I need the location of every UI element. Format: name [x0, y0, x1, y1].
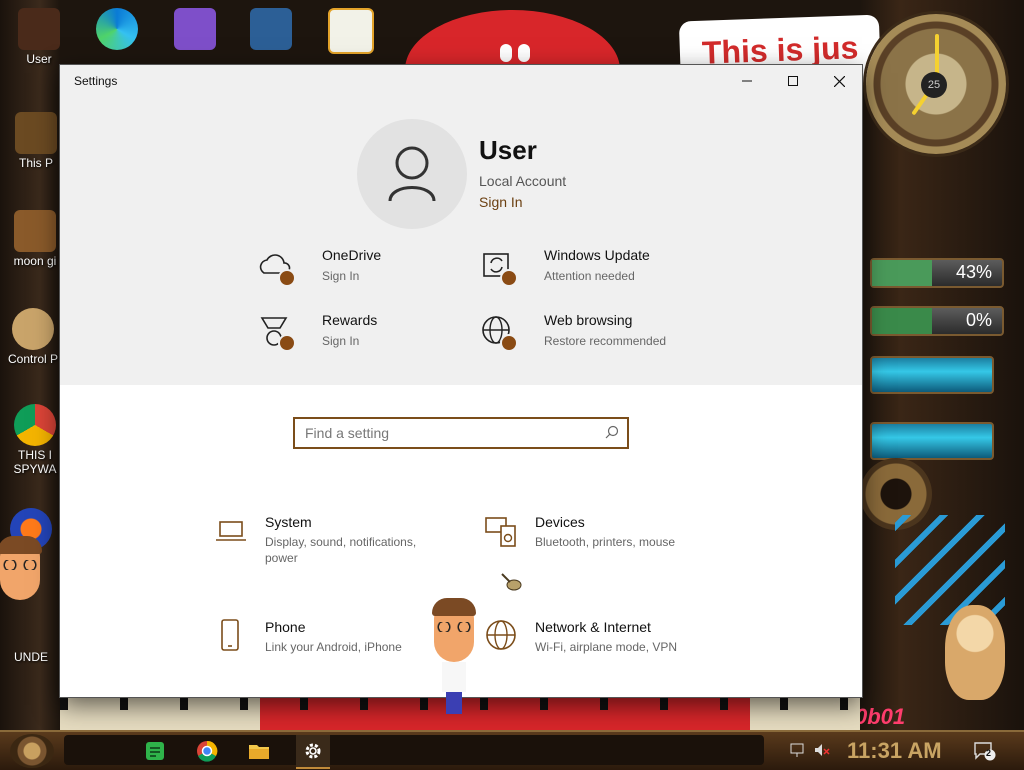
service-name: OneDrive — [322, 247, 382, 263]
service-rewards[interactable]: Rewards Sign In — [258, 312, 468, 368]
cartoon-character — [432, 598, 476, 714]
service-name: Windows Update — [544, 247, 650, 263]
avatar[interactable] — [357, 119, 467, 229]
search-input[interactable] — [295, 419, 605, 447]
file-explorer-icon — [249, 745, 269, 759]
status-badge — [500, 334, 518, 352]
desktop-icon-user[interactable]: User — [8, 8, 70, 66]
service-web-browsing[interactable]: Web browsing Restore recommended — [480, 312, 690, 368]
start-button[interactable] — [10, 734, 54, 768]
desktop-icon-edge[interactable] — [86, 8, 148, 52]
virtualbox-icon — [250, 8, 292, 50]
category-network-internet[interactable]: Network & Internet Wi-Fi, airplane mode,… — [485, 619, 715, 679]
category-desc: Display, sound, notifications, power — [265, 535, 417, 565]
desktop-icon-this-pc[interactable]: This P — [6, 112, 66, 170]
service-status: Sign In — [322, 269, 360, 283]
account-type: Local Account — [479, 173, 567, 189]
notes-icon — [146, 742, 164, 760]
desktop-icon-virtualbox[interactable] — [240, 8, 302, 52]
volume-muted-icon[interactable] — [814, 742, 830, 758]
folder-icon — [14, 210, 56, 252]
gauge-memory: 0% — [870, 306, 1004, 336]
cartoon-character-left — [0, 536, 42, 600]
close-button[interactable] — [816, 65, 862, 97]
desktop-icon-visual-studio[interactable] — [164, 8, 226, 52]
account-header: User Local Account Sign In OneDrive Sign… — [60, 97, 862, 385]
notification-count: 2 — [986, 748, 992, 758]
minimize-icon — [742, 80, 752, 82]
category-name: Devices — [535, 514, 585, 530]
chrome-icon — [14, 404, 56, 446]
hamster-decoration — [945, 605, 1005, 700]
service-name: Web browsing — [544, 312, 633, 328]
laptop-icon — [216, 521, 246, 541]
category-name: System — [265, 514, 312, 530]
maximize-icon — [788, 76, 798, 86]
chrome-icon — [197, 740, 218, 762]
tube-gauge-1 — [870, 356, 994, 394]
notification-icon[interactable] — [974, 741, 996, 761]
window-title: Settings — [74, 74, 118, 88]
gauge-cpu-label: 43% — [955, 262, 992, 282]
clock-seconds: 25 — [921, 72, 947, 98]
taskbar-chrome[interactable] — [190, 735, 224, 767]
user-folder-icon — [18, 8, 60, 50]
service-status: Attention needed — [544, 269, 635, 283]
service-onedrive[interactable]: OneDrive Sign In — [258, 247, 468, 303]
control-panel-icon — [12, 308, 54, 350]
service-status: Restore recommended — [544, 334, 667, 348]
taskbar-notes[interactable] — [138, 735, 172, 767]
network-icon[interactable] — [790, 742, 806, 758]
desktop-icon-chrome[interactable]: THIS I SPYWA — [4, 404, 66, 476]
category-devices[interactable]: Devices Bluetooth, printers, mouse — [485, 514, 715, 574]
category-name: Phone — [265, 619, 306, 635]
category-phone[interactable]: Phone Link your Android, iPhone — [215, 619, 445, 679]
close-icon — [833, 75, 845, 87]
service-name: Rewards — [322, 312, 378, 328]
desktop-icon-control-panel[interactable]: Control P — [2, 308, 64, 366]
category-desc: Bluetooth, printers, mouse — [535, 535, 676, 549]
gauge-memory-label: 0% — [965, 310, 992, 330]
gauge-cpu: 43% — [870, 258, 1004, 288]
clock-time[interactable]: 11:31 AM — [847, 738, 942, 764]
person-icon — [388, 146, 436, 202]
system-tray: 11:31 AM 2 — [790, 736, 1020, 766]
status-badge — [278, 269, 296, 287]
sign-in-link[interactable]: Sign In — [479, 194, 523, 210]
tube-gauge-2 — [870, 422, 994, 460]
search-icon[interactable] — [605, 425, 619, 439]
visual-studio-icon — [174, 8, 216, 50]
status-badge — [500, 269, 518, 287]
minimize-button[interactable] — [724, 65, 770, 97]
service-status: Sign In — [322, 334, 360, 348]
desktop-icon-moon[interactable]: moon gi — [4, 210, 66, 268]
settings-search-box[interactable] — [293, 417, 629, 449]
globe-icon — [486, 620, 516, 650]
taskbar: 11:31 AM 2 — [0, 730, 1024, 770]
category-name: Network & Internet — [535, 619, 651, 635]
edge-icon — [96, 8, 138, 50]
category-desc: Link your Android, iPhone — [265, 640, 402, 654]
maximize-button[interactable] — [770, 65, 816, 97]
title-bar[interactable]: Settings — [60, 65, 862, 97]
steampunk-clock-widget: 25 — [866, 14, 1006, 154]
category-desc: Wi-Fi, airplane mode, VPN — [535, 640, 678, 654]
account-name: User — [479, 135, 537, 165]
settings-gear-icon — [305, 743, 321, 759]
taskbar-settings[interactable] — [296, 735, 330, 769]
bug-cursor-icon — [501, 573, 522, 591]
this-pc-icon — [15, 112, 57, 154]
status-badge — [278, 334, 296, 352]
desktop-icon-hxd[interactable] — [320, 8, 382, 56]
phone-icon — [221, 619, 239, 651]
taskbar-file-explorer[interactable] — [242, 735, 276, 767]
hxd-icon — [328, 8, 374, 54]
service-windows-update[interactable]: Windows Update Attention needed — [480, 247, 690, 303]
keyboard-speaker-icon — [485, 517, 516, 547]
category-system[interactable]: System Display, sound, notifications, po… — [215, 514, 445, 574]
